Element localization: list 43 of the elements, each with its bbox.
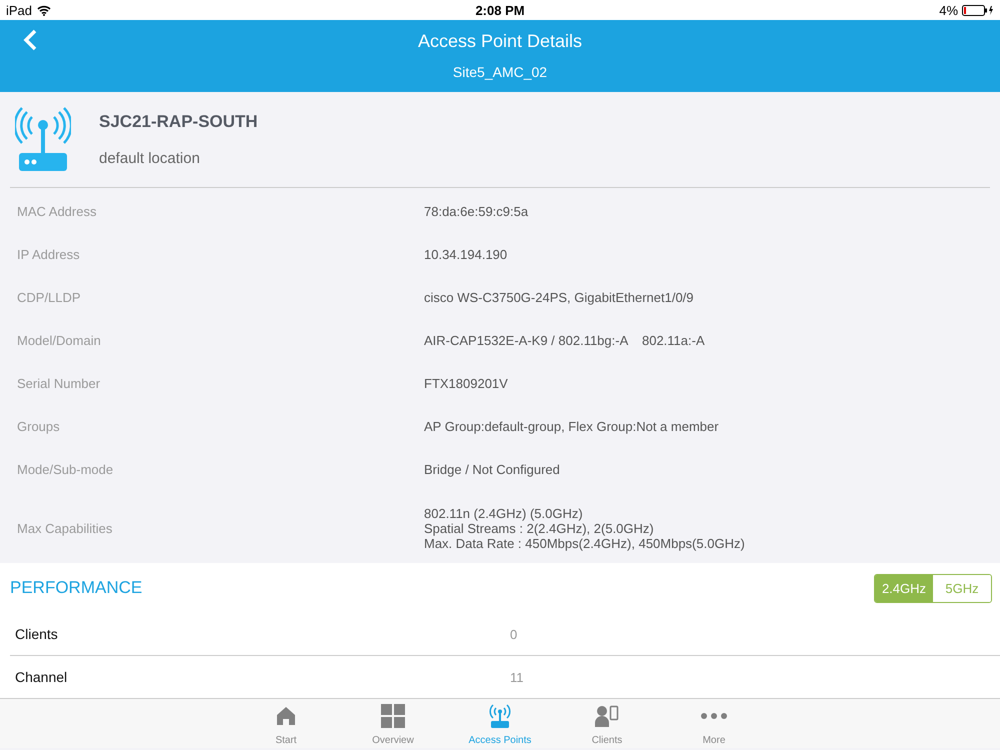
status-time: 2:08 PM xyxy=(475,2,525,18)
detail-value: cisco WS-C3750G-24PS, GigabitEthernet1/0/9 xyxy=(424,290,694,305)
detail-label: MAC Address xyxy=(17,204,98,219)
access-point-location: default location xyxy=(99,150,201,167)
home-icon xyxy=(276,706,296,726)
detail-label: Groups xyxy=(17,419,61,434)
metric-value: 11 xyxy=(510,670,524,684)
detail-value: AP Group:default-group, Flex Group:Not a member xyxy=(424,419,719,434)
battery-percent: 4% xyxy=(939,2,958,18)
tab-item[interactable]: Clients xyxy=(554,699,660,748)
detail-value: 802.11n (2.4GHz) (5.0GHz) Spatial Streams : 2(2.4GHz), 2(5.0GHz) Max. Data Rate : 450Mbps(2.4GHz), 450Mbps(5.0GHz) xyxy=(424,506,745,551)
detail-label: CDP/LLDP xyxy=(17,290,82,305)
band-segment[interactable]: 2.4GHz xyxy=(875,574,933,602)
section-title: PERFORMANCE xyxy=(10,578,142,598)
back-icon[interactable] xyxy=(22,29,38,51)
grid-icon xyxy=(381,704,405,728)
detail-value: AIR-CAP1532E-A-K9 / 802.11bg:-A 802.11a:-A xyxy=(424,333,705,348)
access-point-icon xyxy=(15,106,71,172)
tab-item[interactable]: Access Points xyxy=(446,699,554,748)
detail-label: Serial Number xyxy=(17,376,102,391)
battery-icon xyxy=(962,4,994,16)
access-point-name: SJC21-RAP-SOUTH xyxy=(99,112,258,132)
detail-value: FTX1809201V xyxy=(424,376,508,391)
metric-label: Channel xyxy=(15,669,68,685)
detail-label: Max Capabilities xyxy=(17,521,114,536)
detail-value: 10.34.194.190 xyxy=(424,247,508,262)
more-icon[interactable] xyxy=(701,713,727,719)
detail-value: 78:da:6e:59:c9:5a xyxy=(424,204,528,219)
detail-value: Bridge / Not Configured xyxy=(424,462,560,477)
header-title: Access Point Details xyxy=(418,31,582,52)
detail-label: Model/Domain xyxy=(17,333,102,348)
access-point-icon xyxy=(489,704,511,728)
detail-label: IP Address xyxy=(17,247,81,262)
header-subtitle: Site5_AMC_02 xyxy=(452,64,548,80)
tab-item[interactable]: Start xyxy=(232,699,340,748)
metric-value: 0 xyxy=(510,626,518,642)
person-device-icon xyxy=(595,705,619,727)
device-name: iPad xyxy=(6,2,32,18)
detail-label: Mode/Sub-mode xyxy=(17,462,114,477)
tab-item[interactable]: Overview xyxy=(340,699,446,748)
wifi-icon xyxy=(37,4,52,16)
metric-label: Clients xyxy=(15,626,59,642)
tab-item[interactable]: More xyxy=(660,699,768,748)
